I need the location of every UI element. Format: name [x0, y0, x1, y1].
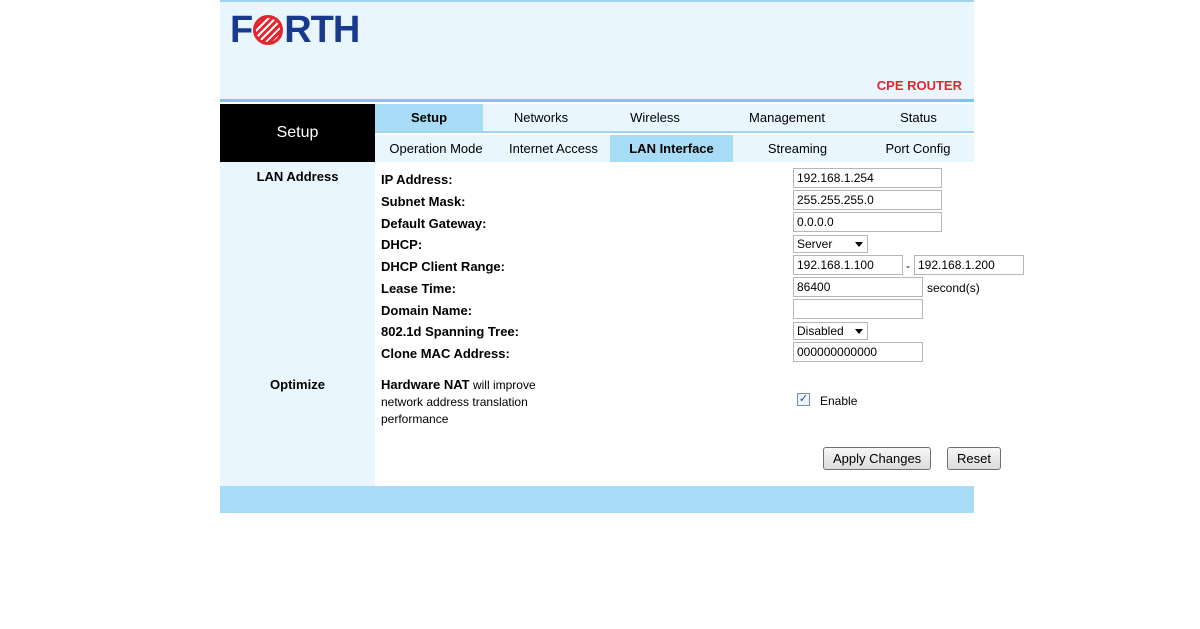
subtab-streaming[interactable]: Streaming — [733, 135, 862, 162]
lease-time-input[interactable] — [793, 277, 923, 297]
range-separator: - — [906, 259, 910, 273]
sub-tabs: Operation Mode Internet Access LAN Inter… — [375, 135, 974, 162]
router-page: F RTH CPE ROUTER Setup Setup Networks Wir… — [220, 0, 1024, 513]
lease-unit: second(s) — [927, 281, 980, 295]
dhcp-range-end-input[interactable] — [914, 255, 1024, 275]
hardware-nat-line1: will improve — [469, 378, 536, 392]
spanning-tree-label: 802.1d Spanning Tree: — [381, 324, 519, 339]
ip-address-label: IP Address: — [381, 172, 453, 187]
hardware-nat-line3: performance — [381, 412, 449, 426]
chevron-down-icon — [855, 329, 863, 334]
subnet-mask-input[interactable] — [793, 190, 942, 210]
header: F RTH CPE ROUTER — [220, 0, 974, 99]
apply-changes-button[interactable]: Apply Changes — [823, 447, 932, 470]
dhcp-select[interactable]: Server — [793, 235, 868, 253]
enable-label: Enable — [820, 394, 858, 408]
tab-setup[interactable]: Setup — [375, 104, 483, 131]
hardware-nat-line2: network address translation — [381, 395, 528, 409]
lan-form: IP Address: Subnet Mask: Default Gateway… — [375, 162, 1024, 486]
subtab-internet-access[interactable]: Internet Access — [497, 135, 610, 162]
clone-mac-label: Clone MAC Address: — [381, 346, 510, 361]
tab-status[interactable]: Status — [863, 104, 974, 131]
default-gateway-label: Default Gateway: — [381, 216, 487, 231]
optimize-label: Optimize — [270, 377, 325, 392]
tab-management[interactable]: Management — [711, 104, 863, 131]
domain-name-label: Domain Name: — [381, 303, 473, 318]
ip-address-input[interactable] — [793, 168, 942, 188]
main-tabs: Setup Networks Wireless Management Statu… — [375, 104, 974, 133]
forth-logo: F RTH — [230, 9, 360, 51]
clone-mac-input[interactable] — [793, 342, 923, 362]
dhcp-label: DHCP: — [381, 237, 423, 252]
dhcp-range-start-input[interactable] — [793, 255, 903, 275]
chevron-down-icon — [855, 242, 863, 247]
tab-networks[interactable]: Networks — [483, 104, 599, 131]
lan-address-label: LAN Address — [256, 169, 339, 184]
header-divider — [220, 99, 974, 102]
spanning-tree-select[interactable]: Disabled — [793, 322, 868, 340]
subtab-lan-interface[interactable]: LAN Interface — [610, 135, 733, 162]
subtab-operation-mode[interactable]: Operation Mode — [375, 135, 497, 162]
subtab-port-config[interactable]: Port Config — [862, 135, 974, 162]
tab-wireless[interactable]: Wireless — [599, 104, 711, 131]
hardware-nat-checkbox[interactable]: ✓ — [797, 393, 810, 406]
section-labels: LAN Address Optimize — [220, 162, 375, 486]
section-title: Setup — [220, 104, 375, 162]
reset-button[interactable]: Reset — [947, 447, 1001, 470]
product-name: CPE ROUTER — [876, 78, 962, 93]
default-gateway-input[interactable] — [793, 212, 942, 232]
logo-ring-icon — [253, 15, 284, 45]
dhcp-range-label: DHCP Client Range: — [381, 259, 505, 274]
footer-bar — [220, 486, 974, 513]
hardware-nat-description: Hardware NAT will improve network addres… — [381, 376, 536, 428]
hardware-nat-title: Hardware NAT — [381, 377, 470, 392]
subnet-mask-label: Subnet Mask: — [381, 194, 466, 209]
lease-time-label: Lease Time: — [381, 281, 456, 296]
domain-name-input[interactable] — [793, 299, 923, 319]
